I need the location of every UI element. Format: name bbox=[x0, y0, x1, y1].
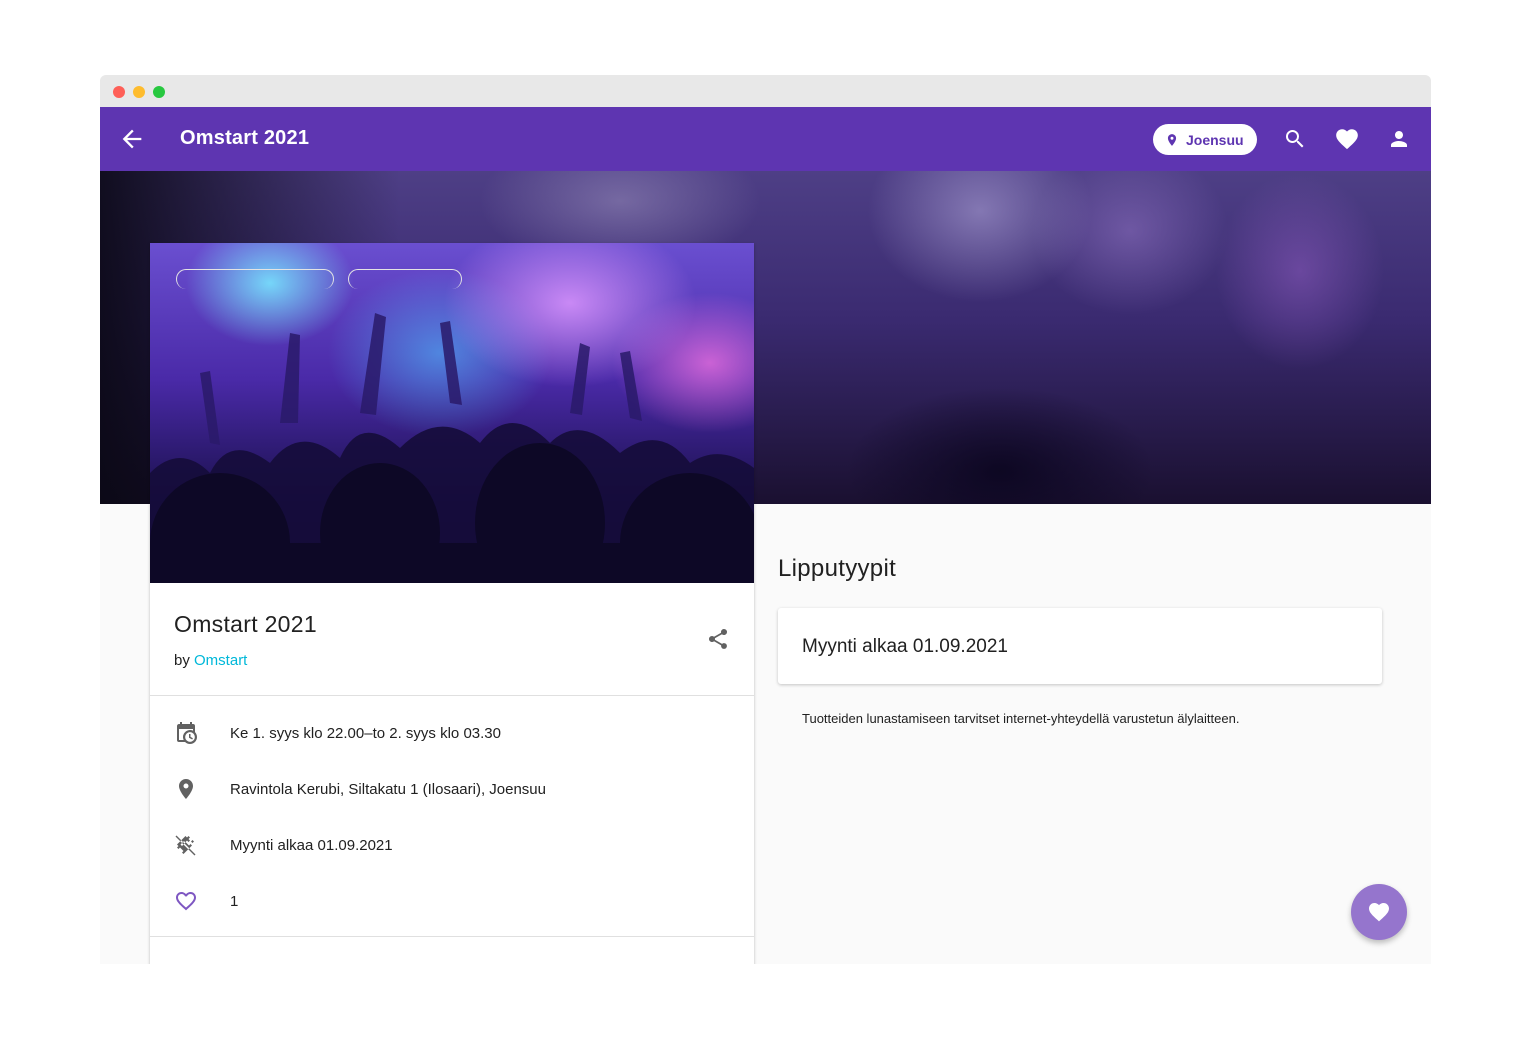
location-selector[interactable]: Joensuu bbox=[1153, 124, 1257, 155]
favorite-fab[interactable] bbox=[1351, 884, 1407, 940]
heart-outline-icon[interactable] bbox=[174, 889, 198, 913]
tickets-section-title: Lipputyypit bbox=[778, 555, 897, 582]
info-row-datetime: Ke 1. syys klo 22.00–to 2. syys klo 03.3… bbox=[150, 713, 754, 753]
like-count: 1 bbox=[230, 893, 239, 910]
event-venue[interactable]: Ravintola Kerubi, Siltakatu 1 (Ilosaari)… bbox=[230, 781, 546, 798]
back-button[interactable] bbox=[118, 125, 146, 153]
arrow-back-icon bbox=[122, 129, 142, 149]
by-prefix: by bbox=[174, 652, 190, 669]
ticket-status: Myynti alkaa 01.09.2021 bbox=[802, 636, 1008, 657]
event-datetime: Ke 1. syys klo 22.00–to 2. syys klo 03.3… bbox=[230, 725, 501, 742]
favorites-button[interactable] bbox=[1333, 125, 1361, 153]
search-button[interactable] bbox=[1281, 125, 1309, 153]
tag-chip[interactable] bbox=[176, 269, 334, 289]
event-header: Omstart 2021 by Omstart bbox=[150, 583, 754, 696]
info-row-likes: 1 bbox=[150, 881, 754, 921]
app-bar: Omstart 2021 Joensuu bbox=[100, 107, 1431, 171]
search-icon bbox=[1286, 130, 1304, 148]
event-info-list: Ke 1. syys klo 22.00–to 2. syys klo 03.3… bbox=[150, 696, 754, 937]
location-pin-icon bbox=[1167, 133, 1177, 146]
heart-icon bbox=[1369, 903, 1389, 922]
close-window-button[interactable] bbox=[113, 86, 125, 98]
location-label: Joensuu bbox=[1186, 131, 1244, 148]
location-pin-icon bbox=[179, 779, 193, 799]
calendar-clock-icon bbox=[177, 722, 197, 744]
tickets-note: Tuotteiden lunastamiseen tarvitset inter… bbox=[802, 711, 1240, 726]
heart-icon bbox=[1336, 129, 1358, 150]
maximize-window-button[interactable] bbox=[153, 86, 165, 98]
info-row-venue: Ravintola Kerubi, Siltakatu 1 (Ilosaari)… bbox=[150, 769, 754, 809]
account-button[interactable] bbox=[1385, 125, 1413, 153]
ticket-type-card: Myynti alkaa 01.09.2021 bbox=[778, 608, 1382, 684]
browser-window: Omstart 2021 Joensuu Omstart 2021 by Oms… bbox=[100, 75, 1431, 964]
info-row-sales: Myynti alkaa 01.09.2021 bbox=[150, 825, 754, 865]
tag-chip[interactable] bbox=[348, 269, 462, 289]
organizer-byline: by Omstart bbox=[174, 652, 247, 669]
organizer-link[interactable]: Omstart bbox=[194, 652, 247, 669]
page-title: Omstart 2021 bbox=[180, 127, 310, 149]
sales-start: Myynti alkaa 01.09.2021 bbox=[230, 837, 393, 854]
share-icon bbox=[709, 628, 728, 649]
window-titlebar bbox=[100, 75, 1431, 107]
share-button[interactable] bbox=[706, 627, 730, 651]
event-card: Omstart 2021 by Omstart Ke 1. syys klo 2… bbox=[150, 243, 754, 964]
user-icon bbox=[1391, 131, 1407, 147]
event-title: Omstart 2021 bbox=[174, 611, 317, 637]
event-image bbox=[150, 243, 754, 583]
ticket-off-icon bbox=[175, 835, 196, 856]
tickets-section: Lipputyypit Myynti alkaa 01.09.2021 Tuot… bbox=[778, 555, 1382, 726]
concert-crowd-illustration bbox=[150, 313, 754, 583]
minimize-window-button[interactable] bbox=[133, 86, 145, 98]
